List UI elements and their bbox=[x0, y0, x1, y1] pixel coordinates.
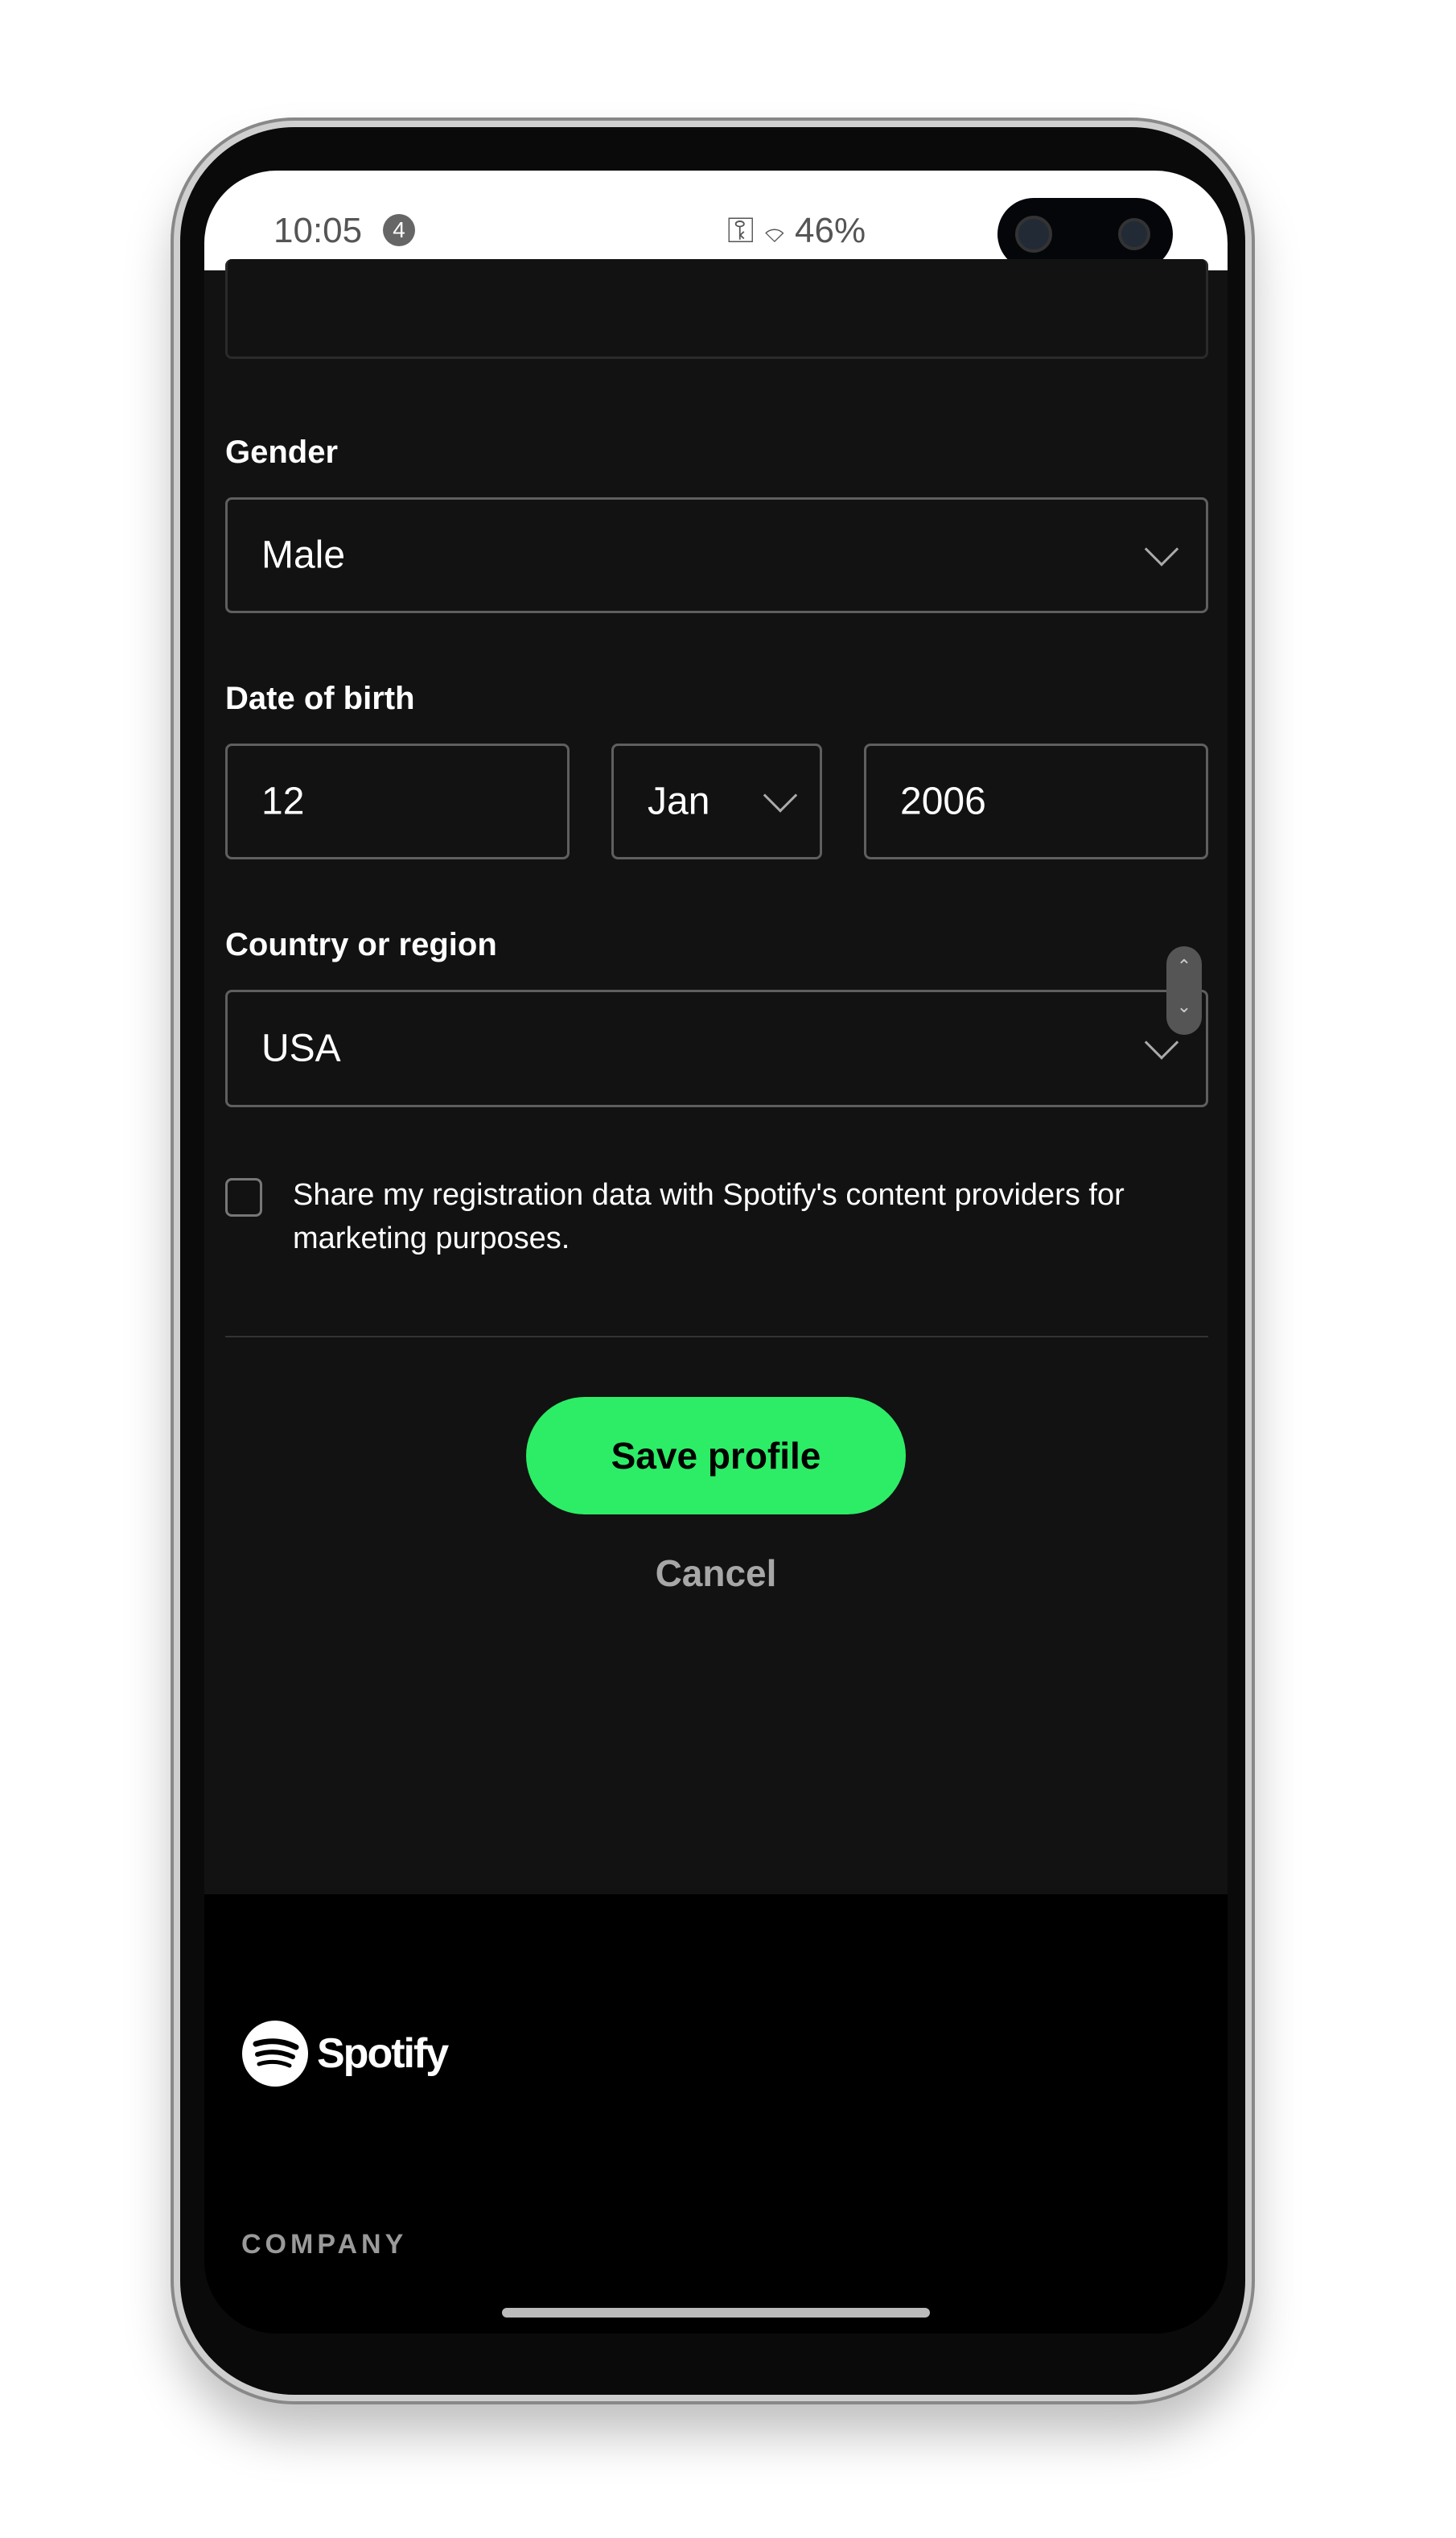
share-data-checkbox[interactable] bbox=[225, 1178, 262, 1217]
country-select[interactable]: USA bbox=[225, 990, 1208, 1107]
dob-label: Date of birth bbox=[225, 681, 415, 716]
chevron-down-icon[interactable]: ⌄ bbox=[1166, 987, 1202, 1027]
divider bbox=[225, 1336, 1208, 1337]
chevron-down-icon bbox=[1144, 532, 1179, 567]
gender-value: Male bbox=[261, 534, 346, 577]
previous-field[interactable] bbox=[225, 259, 1208, 359]
cancel-button[interactable]: Cancel bbox=[526, 1551, 906, 1595]
home-indicator[interactable] bbox=[502, 2308, 930, 2318]
spotify-logo-icon bbox=[242, 2021, 308, 2087]
dob-month-select[interactable]: Jan bbox=[611, 744, 822, 859]
status-bar: 10:05 4 ⚿ ⌔ 46% bbox=[204, 171, 1228, 270]
country-label: Country or region bbox=[225, 927, 497, 962]
camera-lens-icon bbox=[1015, 216, 1052, 253]
footer-company-heading: COMPANY bbox=[241, 2229, 408, 2260]
spotify-logo[interactable]: Spotify bbox=[241, 2020, 449, 2087]
camera-lens-icon bbox=[1118, 218, 1150, 250]
spotify-wordmark: Spotify bbox=[317, 2030, 449, 2077]
save-profile-button[interactable]: Save profile bbox=[526, 1397, 906, 1514]
notification-badge: 4 bbox=[383, 214, 415, 246]
wifi-icon: ⌔ bbox=[763, 211, 785, 250]
chevron-down-icon bbox=[763, 778, 798, 813]
dob-day-value: 12 bbox=[261, 780, 305, 823]
dob-day-input[interactable]: 12 bbox=[225, 744, 570, 859]
key-icon: ⚿ bbox=[727, 211, 755, 250]
scroll-widget[interactable]: ⌃ ⌄ bbox=[1166, 946, 1202, 1035]
footer: Spotify COMPANY bbox=[204, 1894, 1228, 2334]
country-value: USA bbox=[261, 1027, 341, 1070]
status-time: 10:05 bbox=[274, 211, 363, 250]
gender-label: Gender bbox=[225, 435, 339, 470]
share-data-label: Share my registration data with Spotify'… bbox=[293, 1178, 1125, 1255]
screen: 10:05 4 ⚿ ⌔ 46% Gender Male Date of birt… bbox=[204, 171, 1228, 2334]
dob-month-value: Jan bbox=[648, 780, 710, 823]
chevron-up-icon[interactable]: ⌃ bbox=[1166, 946, 1202, 987]
dob-year-value: 2006 bbox=[900, 780, 986, 823]
gender-select[interactable]: Male bbox=[225, 497, 1208, 613]
status-icons: ⚿ ⌔ 46% bbox=[727, 211, 866, 251]
battery-level: 46% bbox=[795, 211, 866, 250]
dob-year-input[interactable]: 2006 bbox=[864, 744, 1208, 859]
